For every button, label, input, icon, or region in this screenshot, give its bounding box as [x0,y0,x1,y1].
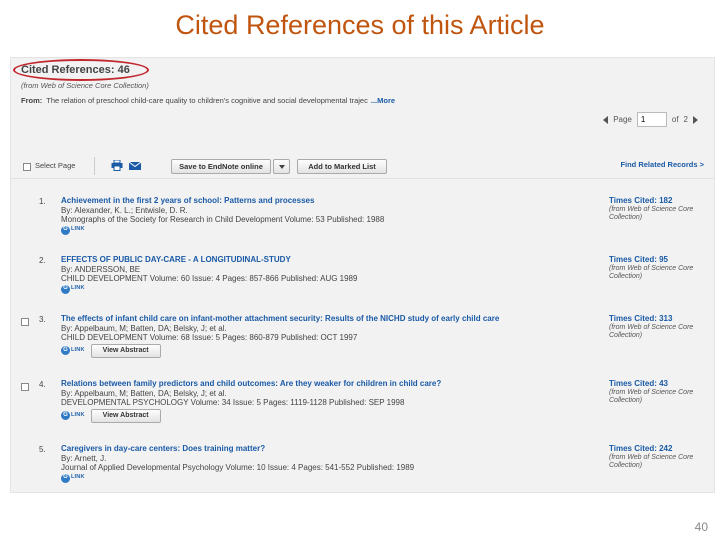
record-times-cited: Times Cited: 95 (from Web of Science Core… [609,255,693,282]
record-times-cited: Times Cited: 313 (from Web of Science Cor… [609,314,693,341]
source-article-line: From: The relation of preschool child-car… [21,96,395,105]
view-abstract-button[interactable]: View Abstract [90,408,161,423]
glink-icon[interactable]: G LINK [61,284,85,294]
glink-text: LINK [71,474,85,481]
record-body: The effects of infant child care on infa… [61,314,601,358]
more-link[interactable]: ...More [371,96,395,105]
find-related-records-link[interactable]: Find Related Records > [620,160,704,169]
times-cited-collection-suffix: Collection) [609,397,643,404]
times-cited-collection: (from Web of Science Core [609,264,694,272]
view-abstract-button[interactable]: View Abstract [90,343,161,358]
record-title-link[interactable]: The effects of infant child care on infa… [61,314,601,324]
record-authors: By: ANDERSSON, BE [61,264,141,274]
record-times-cited: Times Cited: 43 (from Web of Science Core… [609,379,693,406]
record-authors: By: Arnett, J. [61,453,107,463]
page-label: Page [613,115,632,124]
record-links: G LINK [61,225,601,235]
glink-glyph: G [61,473,70,483]
record-number: 4. [39,380,46,389]
record-authors: By: Appelbaum, M; Batten, DA; Belsky, J;… [61,388,227,398]
envelope-icon[interactable] [129,162,141,170]
record-number: 3. [39,315,46,324]
save-to-endnote-button[interactable]: Save to EndNote online [171,159,271,174]
record-title-link[interactable]: EFFECTS OF PUBLIC DAY-CARE - A LONGITUDI… [61,255,601,265]
cited-references-screenshot: Cited References: 46 (from Web of Scienc… [10,57,715,493]
printer-icon[interactable] [111,160,123,171]
times-cited-link[interactable]: Times Cited: 95 [609,255,693,265]
glink-icon[interactable]: G LINK [61,411,85,420]
glink-glyph: G [61,284,70,294]
results-toolbar: Select Page Save to EndNote online Add t… [11,153,714,179]
record-links: G LINK [61,284,601,294]
glink-text: LINK [71,411,85,418]
select-page-checkbox[interactable] [23,163,31,171]
record-links: G LINK View Abstract [61,408,601,423]
record-times-cited: Times Cited: 182 (from Web of Science Cor… [609,196,693,223]
pagination: Page of 2 [603,112,698,127]
record-checkbox[interactable] [21,318,29,326]
page-number: 40 [694,520,708,534]
record-source: Journal of Applied Developmental Psychol… [61,463,415,472]
record-body: Achievement in the first 2 years of scho… [61,196,601,235]
times-cited-collection: (from Web of Science Core [609,453,694,461]
page-number-input[interactable] [636,112,667,127]
times-cited-collection-suffix: Collection) [609,273,643,280]
glink-text: LINK [71,285,85,292]
glink-text: LINK [71,226,85,233]
record-source: Monographs of the Society for Research i… [61,215,385,224]
glink-glyph: G [61,411,70,420]
record-links: G LINK [61,473,601,483]
record-links: G LINK View Abstract [61,343,601,358]
glink-text: LINK [71,346,85,353]
times-cited-collection: (from Web of Science Core [609,323,694,331]
glink-glyph: G [61,346,70,355]
chevron-down-icon [278,164,285,169]
glink-icon[interactable]: G LINK [61,346,85,355]
add-to-marked-list-button[interactable]: Add to Marked List [297,159,387,174]
record-number: 5. [39,445,46,454]
record-number: 1. [39,197,46,206]
times-cited-collection-suffix: Collection) [609,214,643,221]
times-cited-collection: (from Web of Science Core [609,205,694,213]
record-checkbox[interactable] [21,383,29,391]
toolbar-divider [94,157,95,175]
times-cited-link[interactable]: Times Cited: 313 [609,314,693,324]
record-source: CHILD DEVELOPMENT Volume: 68 Issue: 5 Pa… [61,333,358,342]
times-cited-collection-suffix: Collection) [609,462,643,469]
times-cited-collection-suffix: Collection) [609,332,643,339]
times-cited-link[interactable]: Times Cited: 182 [609,196,693,206]
glink-icon[interactable]: G LINK [61,473,85,483]
record-times-cited: Times Cited: 242 (from Web of Science Cor… [609,444,693,471]
from-label: From: [21,96,43,105]
endnote-options-button[interactable] [273,159,290,174]
source-article-title: The relation of preschool child-care qua… [46,96,368,105]
record-body: Caregivers in day-care centers: Does tra… [61,444,601,483]
record-body: Relations between family predictors and … [61,379,601,423]
record-number: 2. [39,256,46,265]
slide-title: Cited References of this Article [175,10,545,40]
record-title-link[interactable]: Relations between family predictors and … [61,379,601,389]
triangle-left-icon[interactable] [603,115,609,124]
total-pages: 2 [683,115,688,124]
record-title-link[interactable]: Caregivers in day-care centers: Does tra… [61,444,601,454]
record-authors: By: Alexander, K. L.; Entwisle, D. R. [61,205,188,215]
record-source: CHILD DEVELOPMENT Volume: 60 Issue: 4 Pa… [61,274,358,283]
glink-icon[interactable]: G LINK [61,225,85,235]
triangle-right-icon[interactable] [693,115,698,124]
record-title-link[interactable]: Achievement in the first 2 years of scho… [61,196,601,206]
record-body: EFFECTS OF PUBLIC DAY-CARE - A LONGITUDI… [61,255,601,294]
glink-glyph: G [61,225,70,235]
times-cited-link[interactable]: Times Cited: 242 [609,444,693,454]
select-page-label: Select Page [35,161,76,170]
record-authors: By: Appelbaum, M; Batten, DA; Belsky, J;… [61,323,227,333]
times-cited-collection: (from Web of Science Core [609,388,694,396]
highlight-oval [13,59,149,81]
collection-note: (from Web of Science Core Collection) [21,81,149,90]
record-source: DEVELOPMENTAL PSYCHOLOGY Volume: 34 Issu… [61,398,405,407]
of-label: of [671,115,679,124]
times-cited-link[interactable]: Times Cited: 43 [609,379,693,389]
results-header: Cited References: 46 (from Web of Scienc… [11,58,714,146]
